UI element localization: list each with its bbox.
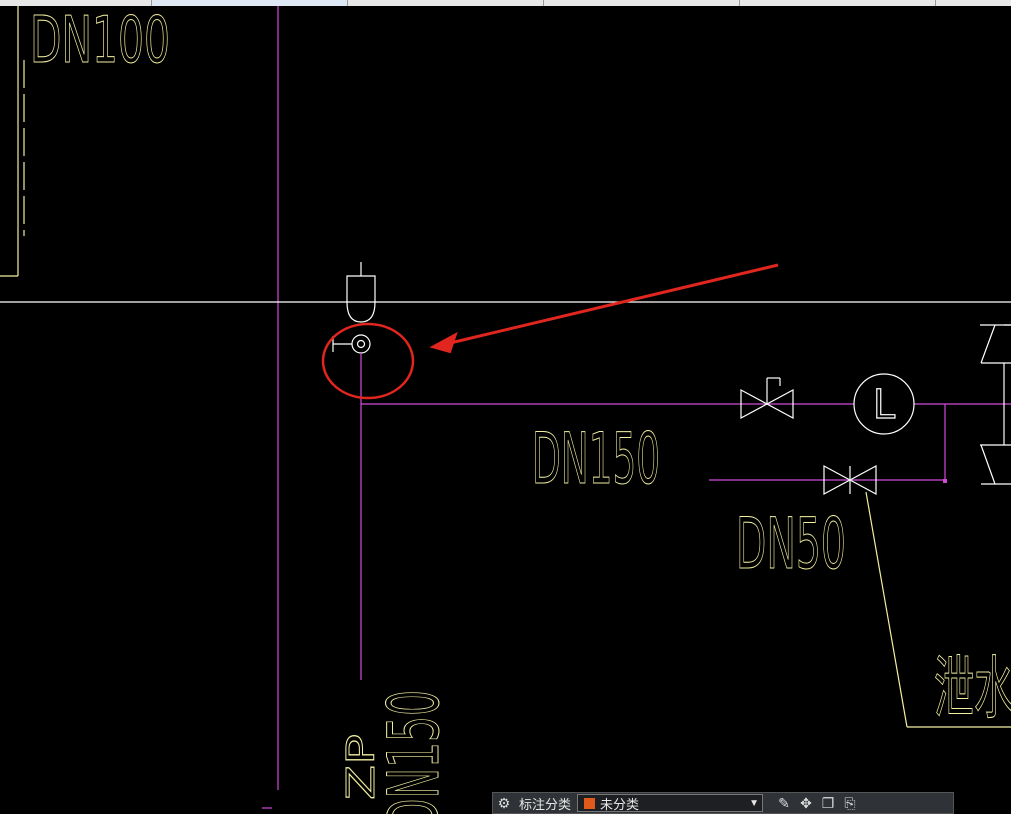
label-dn50: DN50 (736, 503, 846, 585)
edit-icon[interactable]: ✎ (773, 793, 795, 813)
highlight-circle (321, 322, 415, 400)
label-dn150-vertical: DN150 (373, 690, 455, 814)
category-select[interactable]: 未分类 ▼ (577, 794, 764, 812)
vertical-label-group-2: DN150 (373, 690, 456, 814)
move-icon[interactable]: ✥ (795, 793, 817, 813)
label-drain-valve: 泄水阀 (934, 650, 1011, 729)
flow-meter-label: L (873, 382, 896, 428)
label-dn100: DN100 (30, 6, 170, 78)
annotation-category-icon[interactable]: ⚙ (493, 793, 515, 813)
copy-icon[interactable]: ❐ (817, 793, 839, 813)
highlight-arrow-head (429, 331, 458, 354)
cad-drawing-canvas[interactable]: L DN100 DN150 DN50 泄水阀 ZP DN150 (0, 6, 1011, 814)
highlight-annotation (321, 263, 779, 400)
category-color-swatch (584, 797, 596, 809)
label-dn150-main: DN150 (532, 418, 660, 500)
paste-icon[interactable]: ⎘ (839, 793, 861, 813)
top-left-pipe-frame (0, 6, 25, 277)
pipe-head-symbol (332, 262, 376, 354)
chevron-down-icon: ▼ (749, 797, 759, 809)
highlight-arrow-shaft (445, 263, 779, 346)
valve-icon (740, 377, 794, 420)
annotation-category-toolbar: ⚙ 标注分类 未分类 ▼ ✎ ✥ ❐ ⎘ (492, 792, 954, 814)
pipe-node (943, 479, 947, 483)
flow-meter-icon: L (853, 373, 915, 435)
category-select-value: 未分类 (600, 796, 640, 812)
cad-drawing: L DN100 DN150 DN50 泄水阀 ZP DN150 (0, 6, 1011, 814)
toolbar-label: 标注分类 (519, 796, 572, 812)
